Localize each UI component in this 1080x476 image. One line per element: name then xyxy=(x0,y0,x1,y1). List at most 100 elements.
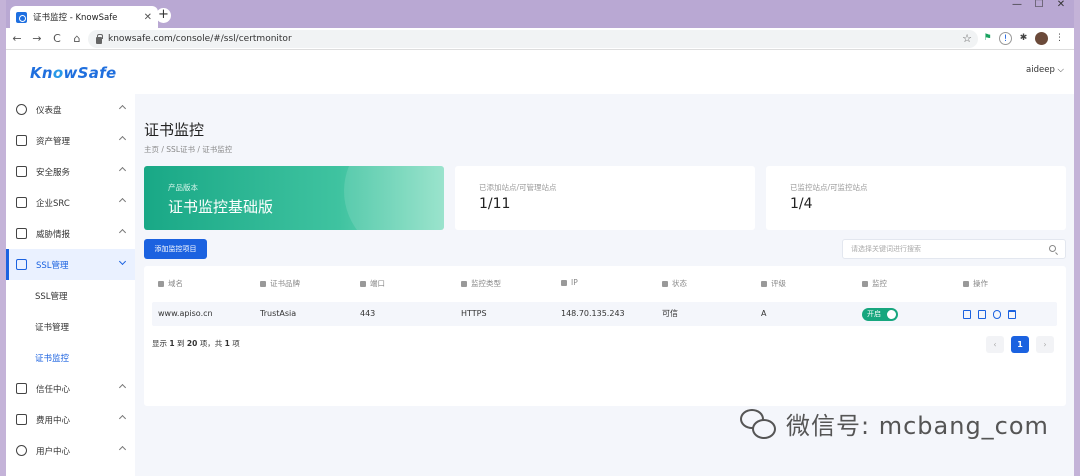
port-icon xyxy=(360,280,366,287)
browser-tab[interactable]: 证书监控 - KnowSafe ✕ xyxy=(10,6,158,28)
sidebar-subitem-cert-monitor[interactable]: 证书监控 xyxy=(6,342,135,373)
column-header-label: 证书品牌 xyxy=(270,279,300,288)
cert-monitor-table: 域名 证书品牌 端口 监控类型 IP 状态 评级 监控 操作 www.apiso… xyxy=(144,266,1066,406)
chevron-up-icon xyxy=(118,228,127,237)
sidebar-subitem-cert-management[interactable]: 证书管理 xyxy=(6,311,135,342)
sidebar-item-user-center[interactable]: 用户中心 xyxy=(6,435,135,466)
product-version-card: 产品版本 证书监控基础版 xyxy=(144,166,444,230)
cell-brand: TrustAsia xyxy=(260,309,297,318)
chevron-up-icon xyxy=(118,414,127,423)
reload-button[interactable]: C xyxy=(48,32,66,45)
minimize-button[interactable]: — xyxy=(1006,0,1028,12)
cell-status: 可信 xyxy=(662,309,678,318)
search-icon[interactable] xyxy=(1049,245,1056,252)
chevron-up-icon xyxy=(118,383,127,392)
cell-ip: 148.70.135.243 xyxy=(561,309,625,318)
detail-icon[interactable] xyxy=(963,310,971,319)
column-header-actions[interactable]: 操作 xyxy=(963,278,988,289)
bookmark-star-icon[interactable]: ☆ xyxy=(962,32,972,45)
user-menu[interactable]: aideep ⌵ xyxy=(1026,65,1064,75)
forward-button[interactable]: → xyxy=(28,32,46,45)
column-header-label: 监控 xyxy=(872,279,887,288)
sidebar-item-trust-center[interactable]: 信任中心 xyxy=(6,373,135,404)
sidebar-subitem-ssl-management[interactable]: SSL管理 xyxy=(6,280,135,311)
app-root: KnowSafe 仪表盘 资产管理 安全服务 企业SRC 威胁情报 SSL管理 … xyxy=(6,50,1074,476)
column-header-ip[interactable]: IP xyxy=(561,278,578,287)
chevron-up-icon xyxy=(118,104,127,113)
maximize-button[interactable]: ☐ xyxy=(1028,0,1050,12)
dashboard-icon xyxy=(16,104,27,115)
wallet-icon xyxy=(16,414,27,425)
monitor-toggle[interactable]: 开启 xyxy=(862,308,898,321)
prev-page-button[interactable]: ‹ xyxy=(986,336,1004,353)
sidebar-item-label: SSL管理 xyxy=(36,260,69,271)
grade-icon xyxy=(761,280,767,287)
shield-icon xyxy=(16,197,27,208)
column-header-label: 评级 xyxy=(771,279,786,288)
sidebar-item-security-services[interactable]: 安全服务 xyxy=(6,156,135,187)
product-version-value: 证书监控基础版 xyxy=(168,198,274,216)
home-button[interactable]: ⌂ xyxy=(68,32,86,45)
back-button[interactable]: ← xyxy=(8,32,26,45)
status-icon xyxy=(662,280,668,287)
profile-avatar-icon[interactable] xyxy=(1035,32,1048,45)
search-input[interactable] xyxy=(843,240,1033,258)
summary-post: 项 xyxy=(229,339,240,348)
column-header-type[interactable]: 监控类型 xyxy=(461,278,501,289)
sidebar-item-enterprise-src[interactable]: 企业SRC xyxy=(6,187,135,218)
product-version-label: 产品版本 xyxy=(168,183,198,192)
tab-close-icon[interactable]: ✕ xyxy=(144,12,152,23)
column-header-label: 操作 xyxy=(973,279,988,288)
column-header-label: 端口 xyxy=(370,279,385,288)
sidebar-item-ssl-management[interactable]: SSL管理 xyxy=(6,249,135,280)
sidebar-item-label: 费用中心 xyxy=(36,415,71,426)
column-header-monitor[interactable]: 监控 xyxy=(862,278,887,289)
chevron-up-icon xyxy=(118,197,127,206)
knowsafe-logo[interactable]: KnowSafe xyxy=(30,64,117,82)
assets-icon xyxy=(16,135,27,146)
sidebar-item-dashboard[interactable]: 仪表盘 xyxy=(6,94,135,125)
browser-menu-icon[interactable]: ⋮ xyxy=(1053,32,1066,45)
column-header-port[interactable]: 端口 xyxy=(360,278,385,289)
column-header-grade[interactable]: 评级 xyxy=(761,278,786,289)
extension-circle-icon[interactable]: ! xyxy=(999,32,1012,45)
column-header-brand[interactable]: 证书品牌 xyxy=(260,278,300,289)
refresh-icon[interactable] xyxy=(993,310,1001,319)
next-page-button[interactable]: › xyxy=(1036,336,1054,353)
tab-title: 证书监控 - KnowSafe xyxy=(33,13,118,23)
address-bar[interactable]: knowsafe.com/console/#/ssl/certmonitor ☆ xyxy=(88,30,978,48)
chevron-up-icon xyxy=(118,445,127,454)
column-header-label: 监控类型 xyxy=(471,279,501,288)
sidebar-item-label: 安全服务 xyxy=(36,167,71,178)
extension-flag-icon[interactable]: ⚑ xyxy=(981,32,994,45)
close-window-button[interactable]: ✕ xyxy=(1050,0,1072,12)
sites-value: 1/11 xyxy=(479,196,511,212)
column-header-status[interactable]: 状态 xyxy=(662,278,687,289)
toggle-knob xyxy=(887,310,896,319)
pagination-summary: 显示 1 到 20 项，共 1 项 xyxy=(152,338,240,349)
page-1-button[interactable]: 1 xyxy=(1011,336,1029,353)
sidebar: KnowSafe 仪表盘 资产管理 安全服务 企业SRC 威胁情报 SSL管理 … xyxy=(6,50,135,476)
column-header-label: IP xyxy=(571,278,578,287)
gear-icon xyxy=(963,280,969,287)
sidebar-item-billing[interactable]: 费用中心 xyxy=(6,404,135,435)
sidebar-item-assets[interactable]: 资产管理 xyxy=(6,125,135,156)
new-tab-button[interactable]: + xyxy=(156,8,171,23)
browser-chrome: 证书监控 - KnowSafe ✕ + — ☐ ✕ ← → C ⌂ knowsa… xyxy=(6,0,1074,50)
wechat-bubble-front xyxy=(752,418,776,439)
page-title: 证书监控 xyxy=(144,121,205,139)
url-text: knowsafe.com/console/#/ssl/certmonitor xyxy=(108,34,292,44)
document-icon[interactable] xyxy=(978,310,986,319)
shield-check-icon xyxy=(16,166,27,177)
cell-domain: www.apiso.cn xyxy=(158,309,213,318)
add-monitor-button[interactable]: 添加监控项目 xyxy=(144,239,207,259)
globe-icon xyxy=(158,280,164,287)
column-header-domain[interactable]: 域名 xyxy=(158,278,183,289)
grid-icon xyxy=(461,280,467,287)
sidebar-item-label: 威胁情报 xyxy=(36,229,71,240)
sidebar-item-threat-intel[interactable]: 威胁情报 xyxy=(6,218,135,249)
delete-icon[interactable] xyxy=(1008,310,1016,319)
summary-to: 20 xyxy=(186,339,198,348)
table-row: www.apiso.cn TrustAsia 443 HTTPS 148.70.… xyxy=(152,302,1057,326)
extensions-puzzle-icon[interactable]: ✱ xyxy=(1017,32,1030,45)
